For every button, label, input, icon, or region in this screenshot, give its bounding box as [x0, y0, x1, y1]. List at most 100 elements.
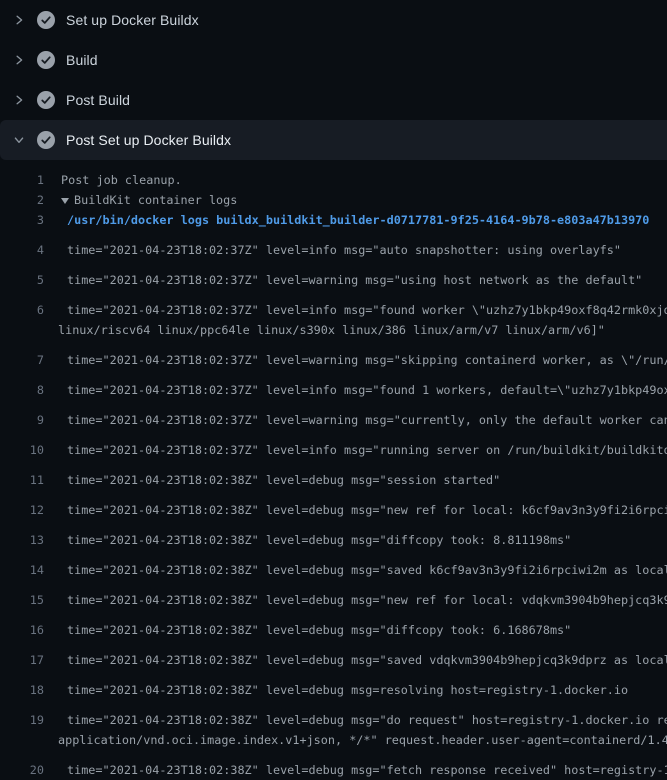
log-line-number[interactable]: 9: [0, 410, 44, 430]
log-line: 3 /usr/bin/docker logs buildx_buildkit_b…: [0, 210, 667, 230]
log-line-text: time="2021-04-23T18:02:37Z" level=info m…: [67, 440, 667, 460]
chevron-icon[interactable]: [13, 134, 25, 146]
log-line: application/vnd.oci.image.index.v1+json,…: [0, 730, 667, 750]
log-line-content: time="2021-04-23T18:02:38Z" level=debug …: [67, 763, 667, 777]
chevron-icon[interactable]: [13, 94, 25, 106]
log-line: 16 time="2021-04-23T18:02:38Z" level=deb…: [0, 610, 667, 640]
log-line-number[interactable]: 14: [0, 560, 44, 580]
log-line-text: time="2021-04-23T18:02:37Z" level=warnin…: [67, 410, 667, 430]
check-circle-icon: [37, 131, 55, 149]
log-line-number[interactable]: 3: [0, 210, 44, 230]
log-line: 18 time="2021-04-23T18:02:38Z" level=deb…: [0, 670, 667, 700]
log-line-text: time="2021-04-23T18:02:38Z" level=debug …: [67, 760, 667, 780]
log-line-number[interactable]: 4: [0, 240, 44, 260]
chevron-right-icon: [13, 54, 25, 66]
log-line-number[interactable]: 17: [0, 650, 44, 670]
log-line-number[interactable]: 11: [0, 470, 44, 490]
log-line-content: time="2021-04-23T18:02:38Z" level=debug …: [67, 563, 667, 577]
log-line-content: time="2021-04-23T18:02:37Z" level=info m…: [67, 443, 667, 457]
log-line-content: linux/riscv64 linux/ppc64le linux/s390x …: [58, 323, 605, 337]
log-line-text: time="2021-04-23T18:02:38Z" level=debug …: [67, 530, 571, 550]
log-line-text: time="2021-04-23T18:02:37Z" level=info m…: [67, 300, 667, 320]
log-line: 7 time="2021-04-23T18:02:37Z" level=warn…: [0, 340, 667, 370]
log-line-number[interactable]: 10: [0, 440, 44, 460]
step-title: Post Set up Docker Buildx: [66, 132, 231, 148]
chevron-right-icon: [13, 94, 25, 106]
log-line-text: time="2021-04-23T18:02:38Z" level=debug …: [67, 710, 667, 730]
check-circle-icon: [37, 11, 55, 29]
step-header[interactable]: Set up Docker Buildx: [0, 0, 667, 40]
log-line-number[interactable]: 16: [0, 620, 44, 640]
step-title: Set up Docker Buildx: [66, 12, 199, 28]
log-line-number[interactable]: 6: [0, 300, 44, 320]
log-line-content: time="2021-04-23T18:02:38Z" level=debug …: [67, 593, 667, 607]
log-line-number[interactable]: 20: [0, 760, 44, 780]
log-line: 19 time="2021-04-23T18:02:38Z" level=deb…: [0, 700, 667, 730]
log-line-content: time="2021-04-23T18:02:37Z" level=warnin…: [67, 353, 667, 367]
chevron-icon[interactable]: [13, 54, 25, 66]
log-line-text: time="2021-04-23T18:02:37Z" level=warnin…: [67, 270, 642, 290]
log-line-number[interactable]: 7: [0, 350, 44, 370]
log-line-text: time="2021-04-23T18:02:37Z" level=info m…: [67, 240, 621, 260]
log-line: 12 time="2021-04-23T18:02:38Z" level=deb…: [0, 490, 667, 520]
log-line: 2 BuildKit container logs: [0, 190, 667, 210]
log-line-number[interactable]: 12: [0, 500, 44, 520]
log-line-text: application/vnd.oci.image.index.v1+json,…: [58, 730, 667, 750]
chevron-right-icon: [13, 14, 25, 26]
check-circle-icon: [37, 91, 55, 109]
log-line-text: time="2021-04-23T18:02:38Z" level=debug …: [67, 560, 667, 580]
log-line-text: time="2021-04-23T18:02:38Z" level=debug …: [67, 470, 500, 490]
log-line-number[interactable]: 15: [0, 590, 44, 610]
step-title: Build: [66, 52, 98, 68]
log-line-number[interactable]: 1: [0, 170, 44, 190]
log-line-number[interactable]: 2: [0, 190, 44, 210]
step-header[interactable]: Post Set up Docker Buildx: [0, 120, 667, 160]
log-output: 1 Post job cleanup. 2 BuildKit container…: [0, 160, 667, 780]
log-line-number[interactable]: 18: [0, 680, 44, 700]
log-line-number[interactable]: 5: [0, 270, 44, 290]
log-line: 5 time="2021-04-23T18:02:37Z" level=warn…: [0, 260, 667, 290]
log-line-text: time="2021-04-23T18:02:37Z" level=warnin…: [67, 350, 667, 370]
log-line-content: time="2021-04-23T18:02:38Z" level=debug …: [67, 683, 628, 697]
log-line-text: time="2021-04-23T18:02:38Z" level=debug …: [67, 620, 571, 640]
log-line-number[interactable]: 13: [0, 530, 44, 550]
log-line-number[interactable]: 19: [0, 710, 44, 730]
log-line-content: time="2021-04-23T18:02:38Z" level=debug …: [67, 713, 667, 727]
log-line-text: time="2021-04-23T18:02:38Z" level=debug …: [67, 680, 628, 700]
log-line-number[interactable]: 8: [0, 380, 44, 400]
log-line: 15 time="2021-04-23T18:02:38Z" level=deb…: [0, 580, 667, 610]
log-line-text: Post job cleanup.: [61, 170, 182, 190]
actions-log-viewer: Set up Docker Buildx Build: [0, 0, 667, 600]
steps-list: Set up Docker Buildx Build: [0, 0, 667, 160]
chevron-down-icon: [13, 134, 25, 146]
log-line-content: time="2021-04-23T18:02:38Z" level=debug …: [67, 623, 571, 637]
log-line: 11 time="2021-04-23T18:02:38Z" level=deb…: [0, 460, 667, 490]
log-line: 14 time="2021-04-23T18:02:38Z" level=deb…: [0, 550, 667, 580]
log-line: 17 time="2021-04-23T18:02:38Z" level=deb…: [0, 640, 667, 670]
log-line: 1 Post job cleanup.: [0, 170, 667, 190]
log-line-content: application/vnd.oci.image.index.v1+json,…: [58, 733, 667, 747]
log-line-text: /usr/bin/docker logs buildx_buildkit_bui…: [67, 210, 649, 230]
log-line-text: time="2021-04-23T18:02:38Z" level=debug …: [67, 650, 667, 670]
log-line-content: time="2021-04-23T18:02:37Z" level=info m…: [67, 243, 621, 257]
log-line: 6 time="2021-04-23T18:02:37Z" level=info…: [0, 290, 667, 320]
log-line-content: Post job cleanup.: [61, 173, 182, 187]
log-line-text: BuildKit container logs: [61, 190, 237, 210]
step-header[interactable]: Post Build: [0, 80, 667, 120]
chevron-icon[interactable]: [13, 14, 25, 26]
log-line-content: /usr/bin/docker logs buildx_buildkit_bui…: [67, 213, 649, 227]
log-line-number[interactable]: [0, 730, 44, 750]
group-collapse-icon[interactable]: [61, 190, 69, 210]
log-line: 4 time="2021-04-23T18:02:37Z" level=info…: [0, 230, 667, 260]
log-line: 10 time="2021-04-23T18:02:37Z" level=inf…: [0, 430, 667, 460]
step-title: Post Build: [66, 92, 130, 108]
log-line-content: time="2021-04-23T18:02:38Z" level=debug …: [67, 503, 667, 517]
check-circle-icon: [37, 51, 55, 69]
log-line: linux/riscv64 linux/ppc64le linux/s390x …: [0, 320, 667, 340]
log-line-content: time="2021-04-23T18:02:37Z" level=warnin…: [67, 273, 642, 287]
step-header[interactable]: Build: [0, 40, 667, 80]
log-line-content: time="2021-04-23T18:02:38Z" level=debug …: [67, 653, 667, 667]
log-line-content: time="2021-04-23T18:02:38Z" level=debug …: [67, 473, 500, 487]
log-line: 13 time="2021-04-23T18:02:38Z" level=deb…: [0, 520, 667, 550]
log-line-number[interactable]: [0, 320, 44, 340]
